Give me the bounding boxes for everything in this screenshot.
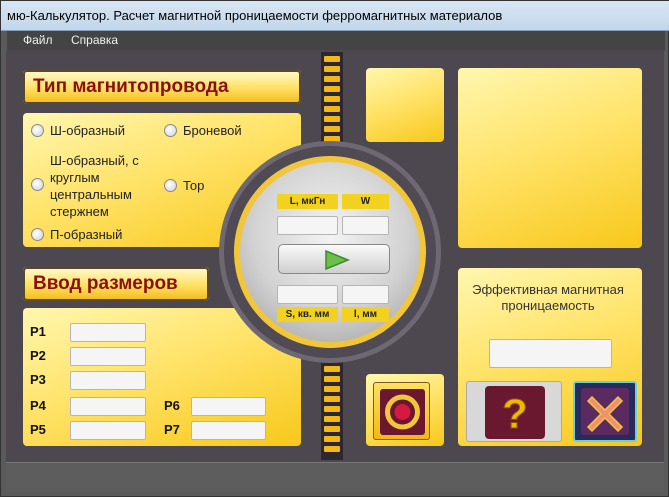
dimensions-heading-text: Ввод размеров	[33, 273, 178, 294]
param-input-p3[interactable]	[70, 371, 146, 390]
core-type-heading-text: Тип магнитопровода	[33, 76, 229, 97]
diagram-panel	[458, 68, 642, 248]
param-input-p5[interactable]	[70, 421, 146, 440]
inductance-label: L, мкГн	[277, 194, 338, 209]
radio-label: Ш-образный	[50, 123, 125, 138]
turns-input[interactable]	[342, 216, 389, 235]
close-icon	[581, 388, 629, 435]
radio-e-core-round[interactable]: Ш-образный, с круглым центральным стержн…	[31, 152, 161, 220]
menu-help[interactable]: Справка	[71, 33, 118, 47]
radio-button[interactable]	[164, 124, 177, 137]
param-input-p1[interactable]	[70, 323, 146, 342]
radio-u-core[interactable]: П-образный	[31, 226, 122, 243]
param-input-p2[interactable]	[70, 347, 146, 366]
svg-text:?: ?	[502, 390, 528, 437]
radio-toroid[interactable]: Тор	[164, 177, 204, 194]
radio-label: Тор	[183, 178, 205, 193]
radio-label: Ш-образный, с круглым центральным стержн…	[50, 153, 139, 219]
core-type-heading: Тип магнитопровода	[23, 70, 301, 104]
radio-label: Броневой	[183, 123, 242, 138]
length-input[interactable]	[342, 285, 389, 304]
record-button[interactable]	[373, 382, 430, 440]
param-label-p5: P5	[30, 422, 46, 437]
radio-button[interactable]	[31, 178, 44, 191]
param-label-p3: P3	[30, 372, 46, 387]
length-label: l, мм	[342, 307, 389, 322]
radio-label: П-образный	[50, 227, 123, 242]
menu-bar: Файл Справка	[7, 31, 665, 51]
permeability-output	[489, 339, 612, 368]
param-label-p2: P2	[30, 348, 46, 363]
inductance-input[interactable]	[277, 216, 338, 235]
param-label-p1: P1	[30, 324, 46, 339]
decor-strip-top	[321, 52, 343, 150]
param-label-p4: P4	[30, 398, 46, 413]
result-title: Эффективная магнитная проницаемость	[472, 282, 624, 313]
param-input-p4[interactable]	[70, 397, 146, 416]
menu-file[interactable]: Файл	[23, 33, 53, 47]
radio-pot-core[interactable]: Броневой	[164, 122, 242, 139]
play-icon	[325, 249, 350, 271]
question-icon: ?	[485, 386, 545, 439]
turns-label: W	[342, 194, 389, 209]
record-icon	[380, 389, 425, 435]
param-input-p7[interactable]	[191, 421, 266, 440]
calculate-button[interactable]	[278, 244, 390, 274]
dimensions-heading: Ввод размеров	[23, 267, 209, 301]
help-button[interactable]: ?	[466, 381, 562, 442]
close-button[interactable]	[573, 381, 637, 442]
status-bar	[6, 462, 664, 492]
area-label: S, кв. мм	[277, 307, 338, 322]
param-label-p6: P6	[164, 398, 180, 413]
radio-button[interactable]	[164, 179, 177, 192]
param-label-p7: P7	[164, 422, 180, 437]
area-input[interactable]	[277, 285, 338, 304]
radio-button[interactable]	[31, 228, 44, 241]
window-title: мю-Калькулятор. Расчет магнитной проница…	[7, 8, 503, 23]
radio-e-core[interactable]: Ш-образный	[31, 122, 125, 139]
decor-strip-bottom	[321, 362, 343, 460]
top-small-panel	[366, 68, 444, 142]
radio-button[interactable]	[31, 124, 44, 137]
title-bar: мю-Калькулятор. Расчет магнитной проница…	[1, 1, 669, 31]
param-input-p6[interactable]	[191, 397, 266, 416]
